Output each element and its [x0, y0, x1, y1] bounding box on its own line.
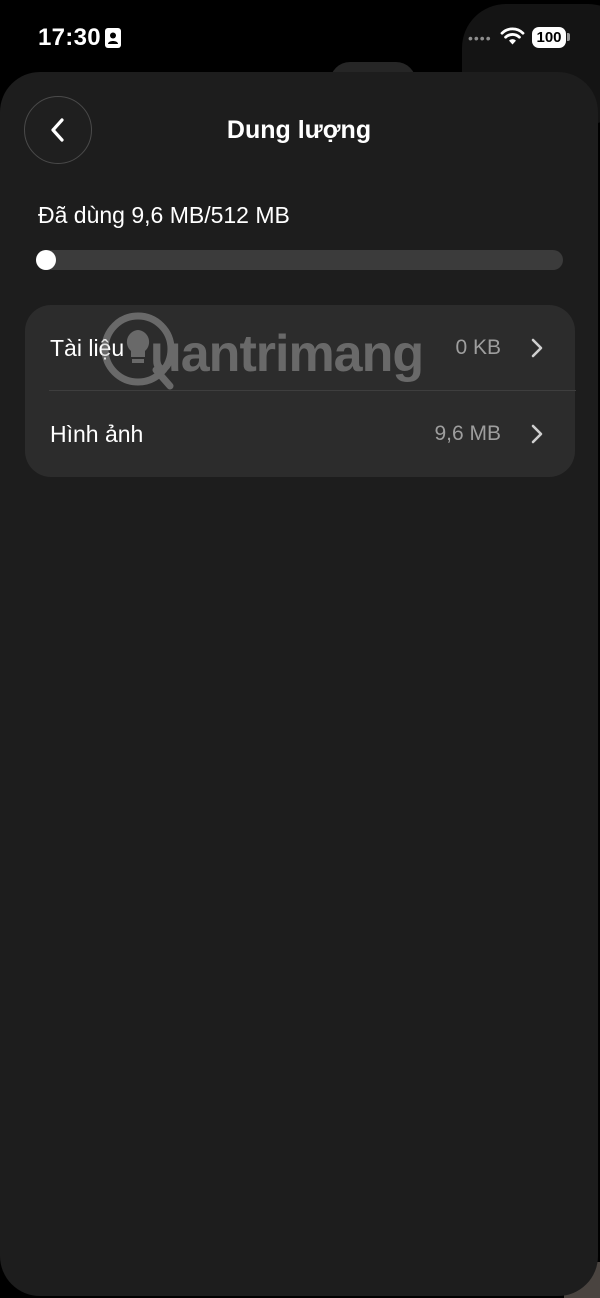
storage-used-label: Đã dùng 9,6 MB/512 MB — [38, 202, 290, 228]
battery-cap — [567, 33, 570, 41]
status-bar: 17:30 •••• 100 — [0, 0, 600, 72]
chevron-right-icon — [531, 424, 543, 444]
signal-dots-icon: •••• — [468, 30, 492, 46]
list-item-label: Hình ảnh — [50, 421, 144, 447]
status-time: 17:30 — [38, 24, 101, 51]
app-screen: 17:30 •••• 100 Dung lượng Đã dùng 9,6 MB… — [0, 0, 600, 1298]
storage-progress-bar — [36, 250, 563, 270]
list-item-size: 9,6 MB — [434, 422, 501, 445]
chevron-right-icon — [531, 338, 543, 358]
storage-category-list: Tài liệu 0 KB Hình ảnh 9,6 MB — [25, 305, 576, 477]
list-item-documents[interactable]: Tài liệu 0 KB — [25, 305, 576, 391]
list-item-images[interactable]: Hình ảnh 9,6 MB — [25, 391, 575, 477]
battery-indicator: 100 — [532, 27, 566, 48]
person-badge-icon — [105, 28, 121, 48]
storage-sheet: Dung lượng Đã dùng 9,6 MB/512 MB Tài liệ… — [0, 72, 598, 1296]
wifi-icon — [500, 27, 525, 45]
list-item-label: Tài liệu — [50, 335, 125, 361]
page-title: Dung lượng — [226, 116, 372, 144]
storage-progress-fill — [36, 250, 56, 270]
list-item-size: 0 KB — [455, 336, 501, 359]
